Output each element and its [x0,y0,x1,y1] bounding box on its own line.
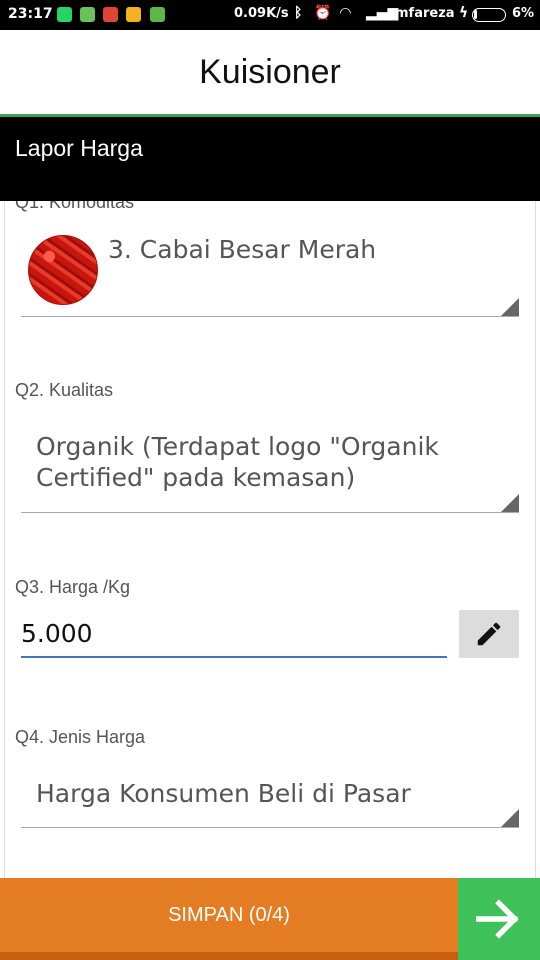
gmail-icon [103,7,118,22]
carrier-name: mfareza [395,6,455,21]
q1-komoditas-spinner[interactable]: 3. Cabai Besar Merah [21,223,519,317]
q2-selected-value-line2: Certified" pada kemasan) [36,463,356,492]
save-button[interactable]: SIMPAN (0/4) [0,878,458,960]
q1-selected-value: 3. Cabai Besar Merah [108,235,377,264]
whatsapp-icon [57,7,72,22]
net-speed: 0.09K/s [234,6,289,21]
arrow-right-icon [476,899,519,939]
q3-harga-input[interactable]: 5.000 [21,619,93,648]
q3-input-underline [21,656,447,658]
q2-label: Q2. Kualitas [15,380,114,400]
status-bar: 23:17 0.09K/s ᛒ ⏰ ◠ ▂▄▆ mfareza ϟ 6% [0,0,540,30]
android-icon [150,7,165,22]
q4-jenis-harga-spinner[interactable]: Harga Konsumen Beli di Pasar [21,771,519,828]
red-chili-image [28,235,98,305]
edit-price-button[interactable] [459,610,519,658]
wifi-icon: ◠ [340,5,351,21]
q4-selected-value: Harga Konsumen Beli di Pasar [36,779,411,808]
signal-icon: ▂▄▆ [366,5,399,21]
bottom-action-bar: SIMPAN (0/4) [0,878,540,960]
dropdown-triangle-icon [501,494,519,512]
form-scroll-area[interactable]: Q1. Komoditas 3. Cabai Besar Merah Q2. K… [0,195,540,878]
dropdown-triangle-icon [501,298,519,316]
battery-icon [472,8,506,22]
q3-label: Q3. Harga /Kg [15,577,131,597]
q2-selected-value-line1: Organik (Terdapat logo "Organik [36,432,439,461]
dropdown-triangle-icon [501,809,519,827]
charging-icon: ϟ [459,5,469,21]
battery-percent: 6% [512,6,535,21]
phone-icon [80,7,95,22]
camera-icon [126,7,141,22]
page-title: Kuisioner [199,53,341,91]
bluetooth-icon: ᛒ [294,5,303,21]
app-header: Kuisioner [0,30,540,114]
q2-kualitas-spinner[interactable]: Organik (Terdapat logo "Organik Certifie… [21,422,519,513]
section-title: Lapor Harga [0,117,540,201]
next-button[interactable] [458,878,540,960]
pencil-icon [477,622,501,646]
q4-label: Q4. Jenis Harga [15,727,146,747]
alarm-icon: ⏰ [314,5,332,21]
status-time: 23:17 [8,6,53,22]
right-border [535,195,536,878]
left-border [4,195,5,878]
